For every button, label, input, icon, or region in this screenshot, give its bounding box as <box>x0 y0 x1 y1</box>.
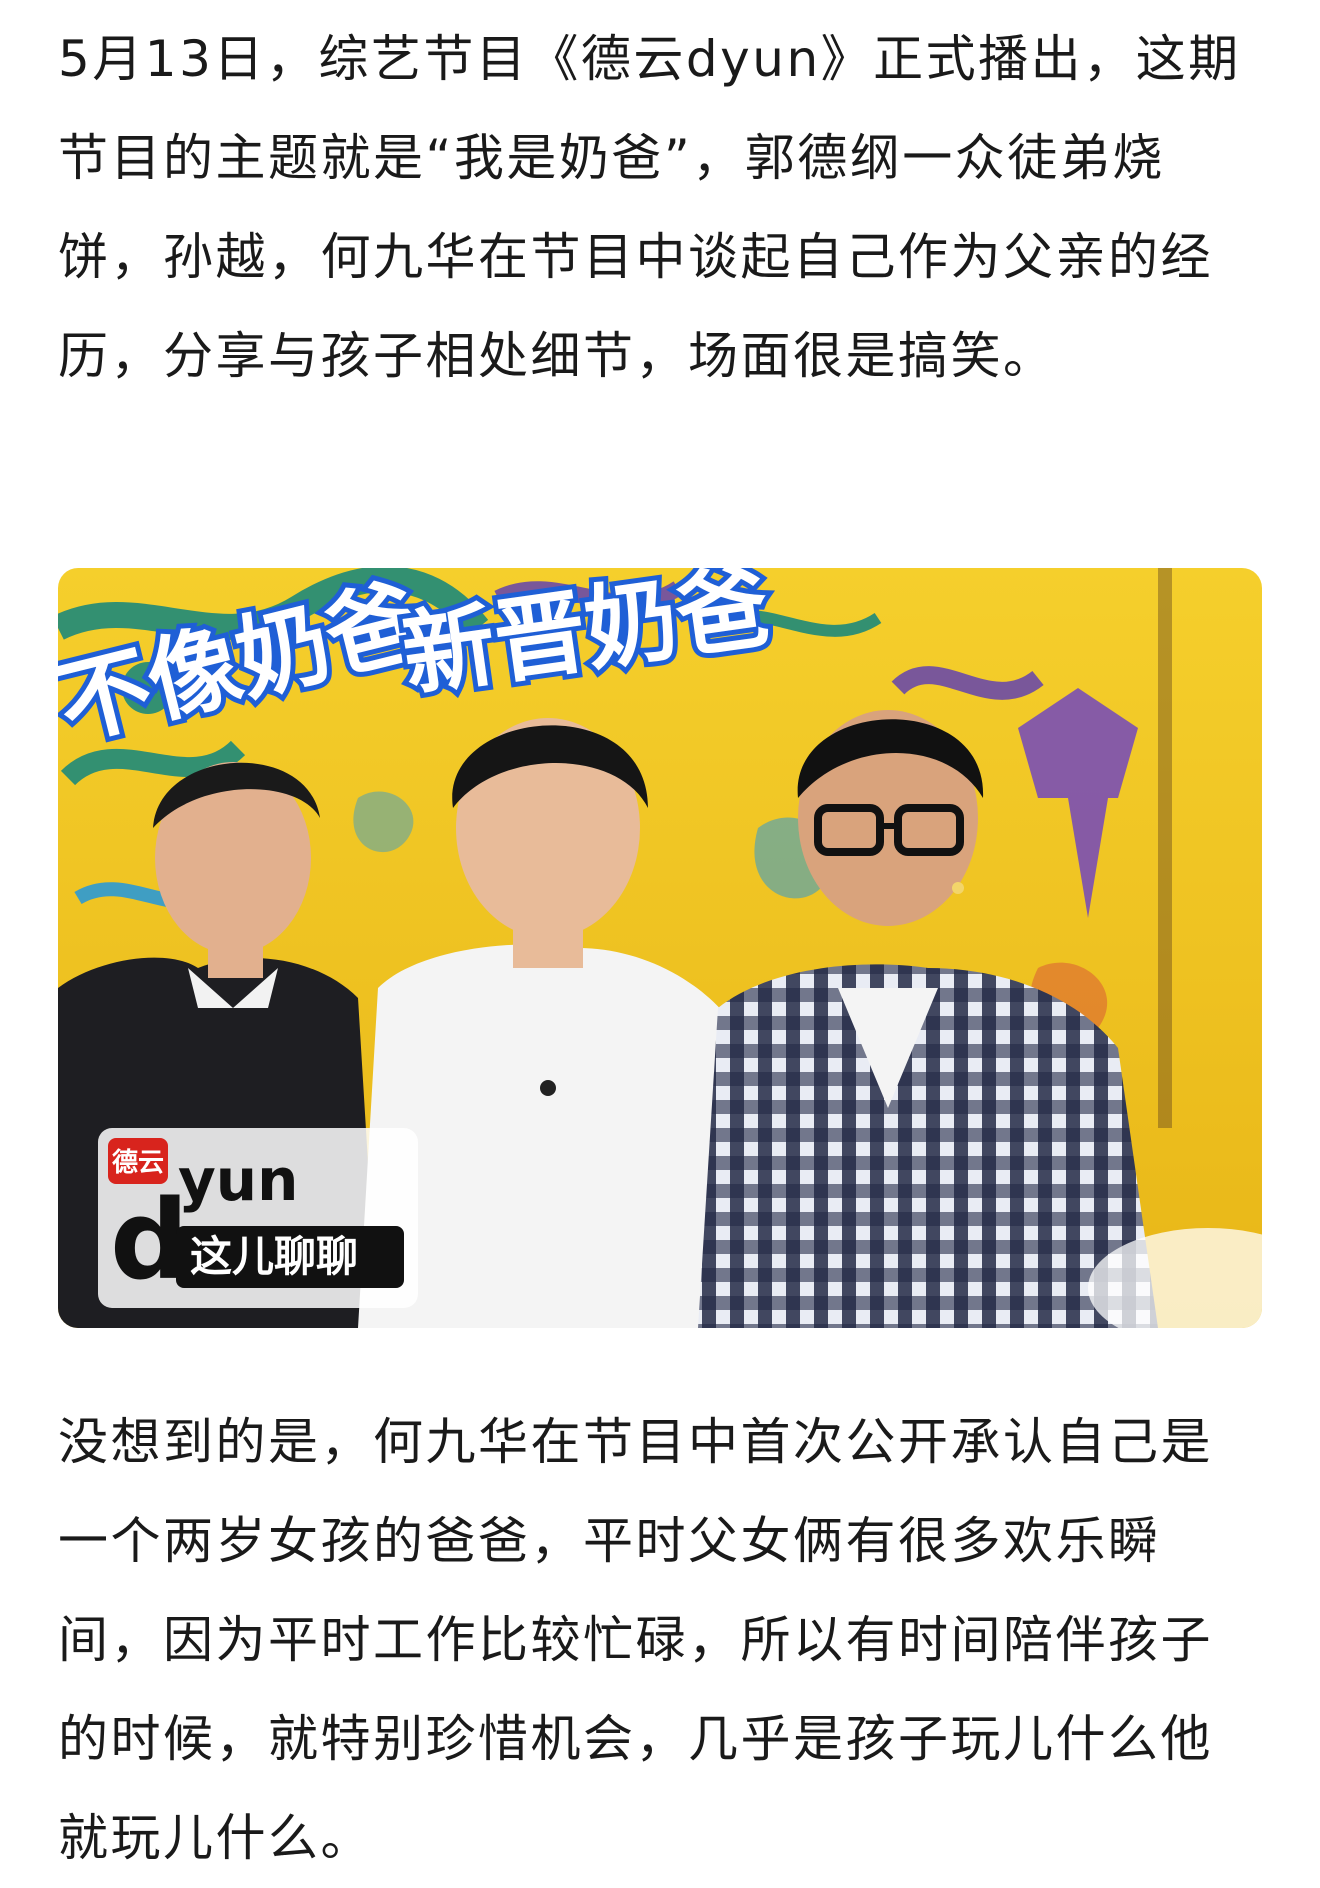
logo-sub-text: 这儿聊聊 <box>190 1232 358 1281</box>
logo-yun-text: yun <box>178 1146 298 1214</box>
program-logo: 德云 d yun 这儿聊聊 <box>98 1128 418 1308</box>
article-paragraph-intro: 5月13日，综艺节目《德云dyun》正式播出，这期节目的主题就是“我是奶爸”，郭… <box>58 30 1241 385</box>
show-still-image: 不像奶爸 新晋奶爸 德云 d yun 这儿聊聊 <box>58 568 1262 1328</box>
logo-badge-text: 德云 <box>112 1148 164 1178</box>
article-image[interactable]: 不像奶爸 新晋奶爸 德云 d yun 这儿聊聊 <box>58 568 1262 1328</box>
article-paragraph-detail: 没想到的是，何九华在节目中首次公开承认自己是一个两岁女孩的爸爸，平时父女俩有很多… <box>58 1413 1213 1867</box>
article: 5月13日，综艺节目《德云dyun》正式播出，这期节目的主题就是“我是奶爸”，郭… <box>58 0 1262 1872</box>
